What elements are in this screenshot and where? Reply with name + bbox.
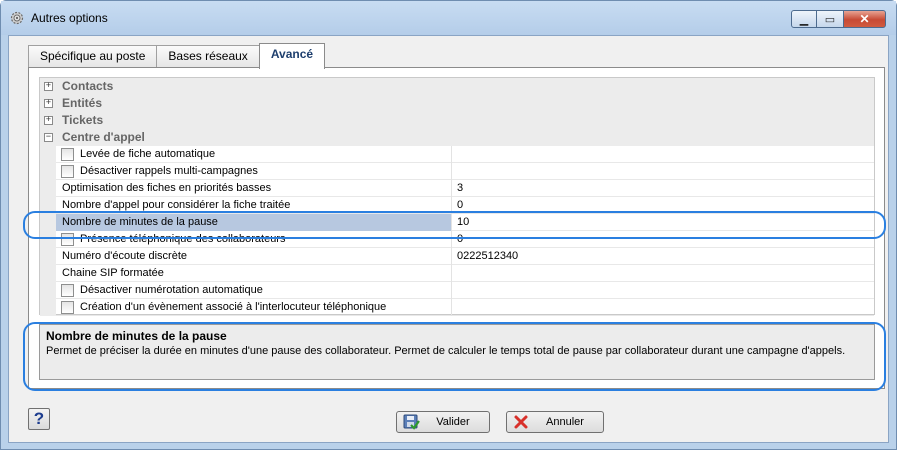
checkbox[interactable] (61, 165, 74, 178)
annuler-label: Annuler (546, 416, 584, 428)
tab-avance[interactable]: Avancé (258, 43, 326, 69)
valider-label: Valider (436, 416, 470, 428)
options-window: Autres options ▁ ▭ ✕ Spécifique au poste… (0, 0, 897, 450)
minimize-icon: ▁ (799, 13, 809, 26)
property-row[interactable]: Création d'un évènement associé à l'inte… (40, 299, 874, 316)
property-row[interactable]: Optimisation des fiches en priorités bas… (40, 180, 874, 197)
gear-icon (10, 11, 24, 25)
collapse-icon[interactable]: − (44, 133, 53, 142)
title-bar[interactable]: Autres options ▁ ▭ ✕ (1, 1, 896, 35)
property-row[interactable]: Désactiver numérotation automatique (40, 282, 874, 299)
tab-specifique-au-poste[interactable]: Spécifique au poste (28, 45, 158, 68)
property-row[interactable]: Désactiver rappels multi-campagnes (40, 163, 874, 180)
property-name: Désactiver rappels multi-campagnes (80, 165, 258, 177)
highlight-selected-property (23, 211, 886, 239)
expand-icon[interactable]: + (44, 99, 53, 108)
property-name: Numéro d'écoute discrète (62, 250, 187, 262)
category-tickets[interactable]: + Tickets (40, 112, 874, 129)
minimize-button[interactable]: ▁ (791, 10, 817, 28)
property-value[interactable]: 3 (457, 182, 463, 194)
property-name: Chaine SIP formatée (62, 267, 164, 279)
property-name: Création d'un évènement associé à l'inte… (80, 301, 387, 313)
checkbox[interactable] (61, 301, 74, 314)
tab-strip: Spécifique au poste Bases réseaux Avancé (28, 43, 326, 69)
annuler-button[interactable]: Annuler (506, 411, 604, 433)
tab-bases-reseaux[interactable]: Bases réseaux (156, 45, 260, 68)
category-label: Centre d'appel (62, 130, 145, 144)
close-icon: ✕ (859, 12, 870, 26)
property-row[interactable]: Levée de fiche automatique (40, 146, 874, 163)
property-name: Levée de fiche automatique (80, 148, 216, 160)
category-centre-d-appel[interactable]: − Centre d'appel (40, 129, 874, 146)
highlight-description-panel (23, 322, 886, 391)
checkbox[interactable] (61, 284, 74, 297)
category-contacts[interactable]: + Contacts (40, 78, 874, 95)
property-row[interactable]: Numéro d'écoute discrète 0222512340 (40, 248, 874, 265)
expand-icon[interactable]: + (44, 82, 53, 91)
property-grid[interactable]: + Contacts + Entités + Tickets − Centre … (39, 77, 875, 316)
property-value[interactable]: 0222512340 (457, 250, 518, 262)
expand-icon[interactable]: + (44, 116, 53, 125)
property-name: Nombre d'appel pour considérer la fiche … (62, 199, 291, 211)
category-label: Tickets (62, 113, 104, 127)
property-value[interactable]: 0 (457, 199, 463, 211)
category-label: Contacts (62, 79, 114, 93)
property-name: Désactiver numérotation automatique (80, 284, 263, 296)
property-name: Optimisation des fiches en priorités bas… (62, 182, 272, 194)
valider-button[interactable]: Valider (396, 411, 490, 433)
category-label: Entités (62, 96, 103, 110)
category-entites[interactable]: + Entités (40, 95, 874, 112)
help-button[interactable]: ? (28, 408, 50, 430)
checkbox[interactable] (61, 148, 74, 161)
maximize-button[interactable]: ▭ (816, 10, 844, 28)
close-button[interactable]: ✕ (843, 10, 886, 28)
window-title: Autres options (31, 11, 108, 25)
maximize-icon: ▭ (824, 13, 836, 26)
help-icon: ? (33, 409, 45, 428)
property-row[interactable]: Chaine SIP formatée (40, 265, 874, 282)
